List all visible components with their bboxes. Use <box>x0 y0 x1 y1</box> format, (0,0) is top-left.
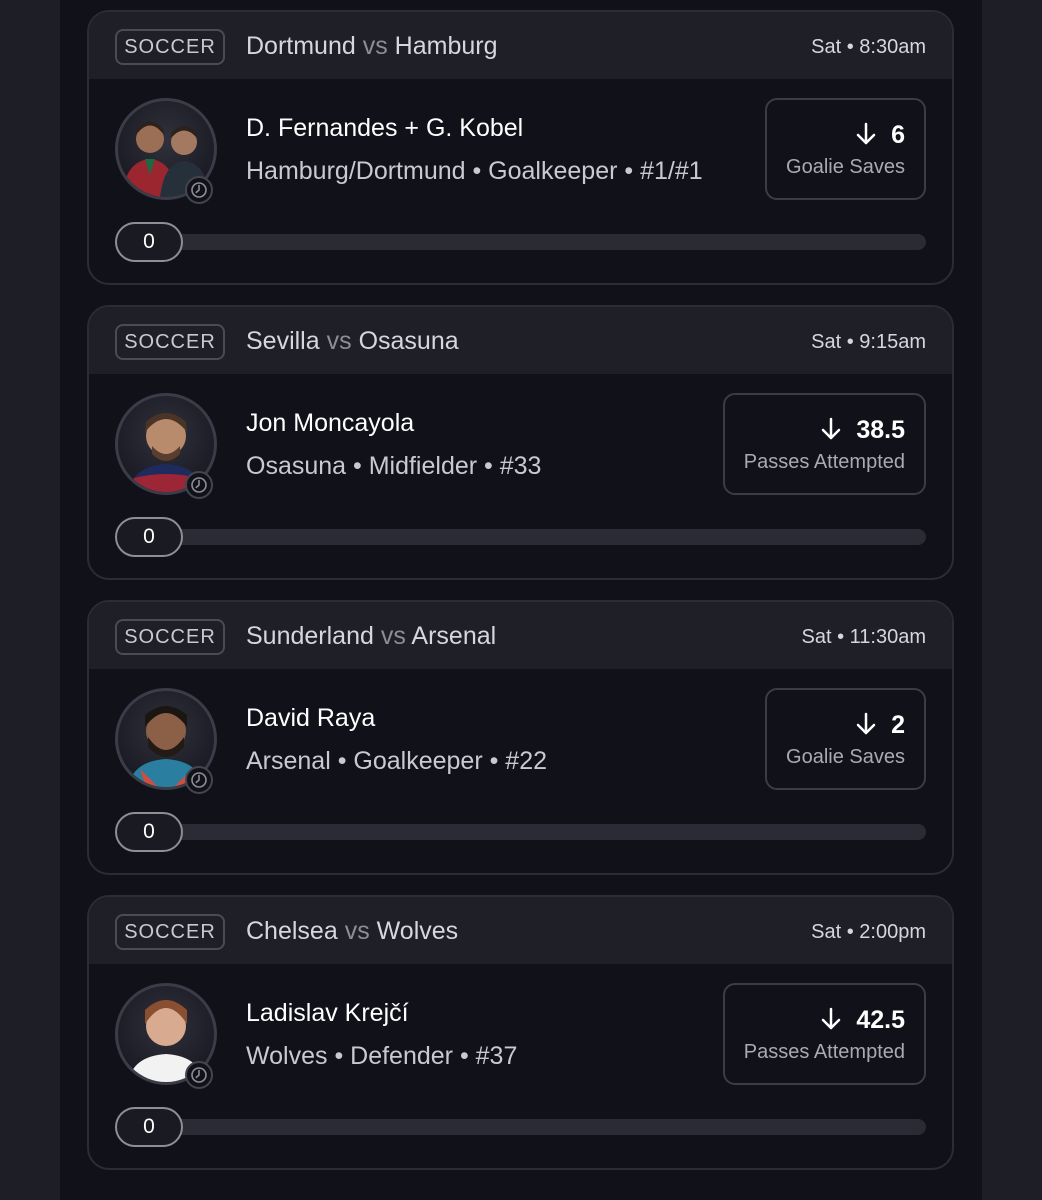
line-value: 42.5 <box>856 1006 905 1034</box>
progress-track <box>149 529 926 545</box>
team-a: Sevilla <box>246 327 320 355</box>
stat-type: Goalie Saves <box>786 156 905 178</box>
team-a: Chelsea <box>246 917 338 945</box>
sport-badge: SOCCER <box>115 29 225 65</box>
projection-line: 42.5 <box>744 1005 905 1035</box>
matchup: Sevilla vs Osasuna <box>246 326 459 356</box>
projection-line: 6 <box>786 120 905 150</box>
team-b: Wolves <box>376 917 459 945</box>
vs-label: vs <box>344 917 370 945</box>
matchup: Dortmund vs Hamburg <box>246 31 498 61</box>
progress-value: 0 <box>115 517 183 557</box>
projection-line: 38.5 <box>744 415 905 445</box>
clock-icon <box>185 1061 213 1089</box>
sport-badge: SOCCER <box>115 914 225 950</box>
card-header: SOCCER Dortmund vs Hamburg Sat • 8:30am <box>89 12 952 79</box>
stat-type: Goalie Saves <box>786 746 905 768</box>
matchup: Chelsea vs Wolves <box>246 916 458 946</box>
stat-type: Passes Attempted <box>743 1041 905 1063</box>
projection-button[interactable]: 38.5 Passes Attempted <box>722 393 926 495</box>
progress-value: 0 <box>115 812 183 852</box>
game-time: Sat • 11:30am <box>801 626 926 648</box>
progress-track <box>149 1119 926 1135</box>
player-name: D. Fernandes + G. Kobel <box>246 114 524 142</box>
progress-value: 0 <box>115 222 183 262</box>
progress-track <box>149 824 926 840</box>
matchup: Sunderland vs Arsenal <box>246 621 496 651</box>
team-b: Osasuna <box>358 327 459 355</box>
vs-label: vs <box>362 32 388 60</box>
vs-label: vs <box>326 327 352 355</box>
player-name: Ladislav Krejčí <box>246 999 409 1027</box>
line-value: 6 <box>891 121 905 149</box>
clock-icon <box>185 176 213 204</box>
player-details: Hamburg/Dortmund • Goalkeeper • #1/#1 <box>246 157 703 185</box>
arrow-down-icon <box>822 417 841 440</box>
clock-icon <box>185 766 213 794</box>
arrow-down-icon <box>856 122 876 145</box>
projection-button[interactable]: 2 Goalie Saves <box>765 688 926 790</box>
arrow-down-icon <box>822 1007 841 1030</box>
pick-card-sunderland-arsenal[interactable]: SOCCER Sunderland vs Arsenal Sat • 11:30… <box>87 600 954 875</box>
projection-button[interactable]: 42.5 Passes Attempted <box>722 983 926 1085</box>
card-header: SOCCER Sunderland vs Arsenal Sat • 11:30… <box>89 602 952 669</box>
stat-type: Passes Attempted <box>743 451 905 473</box>
game-time: Sat • 9:15am <box>811 331 926 353</box>
progress-value: 0 <box>115 1107 183 1147</box>
card-header: SOCCER Sevilla vs Osasuna Sat • 9:15am <box>89 307 952 374</box>
game-time: Sat • 2:00pm <box>811 921 926 943</box>
pick-card-dortmund-hamburg[interactable]: SOCCER Dortmund vs Hamburg Sat • 8:30am … <box>87 10 954 285</box>
team-b: Hamburg <box>394 32 498 60</box>
game-time: Sat • 8:30am <box>811 36 926 58</box>
player-name: Jon Moncayola <box>246 409 415 437</box>
pick-card-sevilla-osasuna[interactable]: SOCCER Sevilla vs Osasuna Sat • 9:15am J… <box>87 305 954 580</box>
player-details: Wolves • Defender • #37 <box>246 1042 518 1070</box>
pick-card-chelsea-wolves[interactable]: SOCCER Chelsea vs Wolves Sat • 2:00pm La… <box>87 895 954 1170</box>
line-value: 38.5 <box>856 416 905 444</box>
player-details: Arsenal • Goalkeeper • #22 <box>246 747 548 775</box>
progress-track <box>149 234 926 250</box>
team-a: Dortmund <box>246 32 356 60</box>
arrow-down-icon <box>856 712 876 735</box>
projection-line: 2 <box>786 710 905 740</box>
line-value: 2 <box>891 711 905 739</box>
vs-label: vs <box>380 622 406 650</box>
team-b: Arsenal <box>411 622 497 650</box>
team-a: Sunderland <box>246 622 374 650</box>
player-name: David Raya <box>246 704 376 732</box>
card-header: SOCCER Chelsea vs Wolves Sat • 2:00pm <box>89 897 952 964</box>
projection-button[interactable]: 6 Goalie Saves <box>765 98 926 200</box>
player-details: Osasuna • Midfielder • #33 <box>246 452 542 480</box>
clock-icon <box>185 471 213 499</box>
sport-badge: SOCCER <box>115 324 225 360</box>
sport-badge: SOCCER <box>115 619 225 655</box>
